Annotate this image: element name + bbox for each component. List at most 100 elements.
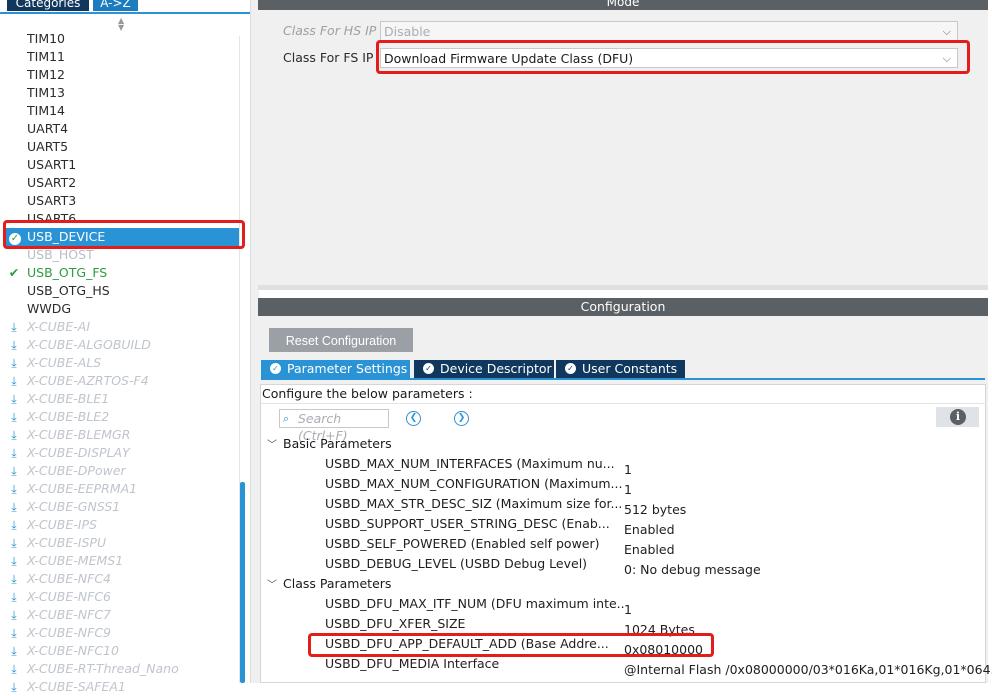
list-item[interactable]: TIM14 xyxy=(0,102,240,120)
download-icon: ⤓ xyxy=(11,482,17,496)
check-circle-icon: ✓ xyxy=(423,363,434,374)
list-item[interactable]: USART1 xyxy=(0,156,240,174)
search-prev-button[interactable]: ❮ xyxy=(406,411,421,426)
tab-device-descriptor[interactable]: ✓ Device Descriptor xyxy=(414,360,554,378)
hs-ip-select[interactable]: Disable ⌵ xyxy=(380,21,958,41)
param-row[interactable]: USBD_DFU_XFER_SIZE 1024 Bytes xyxy=(325,614,695,637)
param-name: USBD_DEBUG_LEVEL (USBD Debug Level) xyxy=(325,556,588,571)
list-item[interactable]: ⤓ X-CUBE-EEPRMA1 xyxy=(0,480,240,498)
list-item[interactable]: TIM11 xyxy=(0,48,240,66)
param-row[interactable]: USBD_SUPPORT_USER_STRING_DESC (Enab... En… xyxy=(325,514,675,537)
list-item[interactable]: ⤓ X-CUBE-ALGOBUILD xyxy=(0,336,240,354)
list-item[interactable]: ⤓ X-CUBE-ALS xyxy=(0,354,240,372)
param-name: USBD_DFU_MEDIA Interface xyxy=(325,656,500,671)
list-item[interactable]: ⤓ X-CUBE-ISPU xyxy=(0,534,240,552)
list-item[interactable]: ⤓ X-CUBE-GNSS1 xyxy=(0,498,240,516)
download-icon: ⤓ xyxy=(11,608,17,622)
group-class-parameters[interactable]: ﹀ Class Parameters xyxy=(267,574,391,594)
list-item[interactable]: ⤓ X-CUBE-MEMS1 xyxy=(0,552,240,570)
param-row[interactable]: USBD_MAX_NUM_CONFIGURATION (Maximum... 1 xyxy=(325,474,632,497)
download-icon: ⤓ xyxy=(11,338,17,352)
peripheral-list-panel: Categories A->Z ▲ ▼ TIM10 TIM11 TIM12 TIM… xyxy=(0,0,250,694)
download-icon: ⤓ xyxy=(11,392,17,406)
list-item[interactable]: ⤓ X-CUBE-AZRTOS-F4 xyxy=(0,372,240,390)
tab-label: Device Descriptor xyxy=(440,361,552,376)
list-item[interactable]: ⤓ X-CUBE-SAFEA1 xyxy=(0,678,240,696)
list-item[interactable]: ⤓ X-CUBE-RT-Thread_Nano xyxy=(0,660,240,678)
info-button[interactable]: i xyxy=(936,407,979,427)
search-next-button[interactable]: ❯ xyxy=(454,411,469,426)
param-name: USBD_SUPPORT_USER_STRING_DESC (Enab... xyxy=(325,516,610,531)
list-item-label: X-CUBE-DISPLAY xyxy=(27,445,130,460)
list-item[interactable]: ⤓ X-CUBE-IPS xyxy=(0,516,240,534)
list-item[interactable]: USB_OTG_HS xyxy=(0,282,240,300)
sort-icon[interactable]: ▲ ▼ xyxy=(118,17,124,32)
download-icon: ⤓ xyxy=(11,518,17,532)
hs-ip-value: Disable xyxy=(384,24,431,39)
list-item-label: X-CUBE-RT-Thread_Nano xyxy=(27,661,179,676)
download-icon: ⤓ xyxy=(11,644,17,658)
list-item[interactable]: ⤓ X-CUBE-DISPLAY xyxy=(0,444,240,462)
list-item[interactable]: ⤓ X-CUBE-BLEMGR xyxy=(0,426,240,444)
list-item[interactable]: ⤓ X-CUBE-NFC4 xyxy=(0,570,240,588)
list-item[interactable]: USART2 xyxy=(0,174,240,192)
list-item[interactable]: UART4 xyxy=(0,120,240,138)
download-icon: ⤓ xyxy=(11,356,17,370)
hs-ip-label: Class For HS IP xyxy=(283,23,377,38)
download-icon: ⤓ xyxy=(11,446,17,460)
configuration-header: Configuration xyxy=(258,298,988,316)
download-icon: ⤓ xyxy=(11,374,17,388)
search-input[interactable]: ⌕ Search (Ctrl+F) xyxy=(279,409,389,443)
param-row[interactable]: USBD_DFU_MEDIA Interface @Internal Flash … xyxy=(325,654,992,677)
group-basic-parameters[interactable]: ﹀ Basic Parameters xyxy=(267,434,392,454)
list-item[interactable]: UART5 xyxy=(0,138,240,156)
list-item[interactable]: ✔ USB_OTG_FS xyxy=(0,264,240,282)
list-item[interactable]: TIM10 xyxy=(0,30,240,48)
check-circle-icon: ✓ xyxy=(565,363,576,374)
tab-a-to-z[interactable]: A->Z xyxy=(93,0,138,11)
list-item-label: USART3 xyxy=(27,193,77,208)
param-row[interactable]: USBD_MAX_NUM_INTERFACES (Maximum nu... 1 xyxy=(325,454,632,477)
param-name: USBD_DFU_XFER_SIZE xyxy=(325,616,466,631)
list-item-label: USB_HOST xyxy=(27,247,94,262)
list-item[interactable]: TIM12 xyxy=(0,66,240,84)
list-item-label: X-CUBE-NFC9 xyxy=(27,625,112,640)
list-item-label: UART4 xyxy=(27,121,69,136)
list-item[interactable]: ⤓ X-CUBE-NFC9 xyxy=(0,624,240,642)
list-item[interactable]: ⤓ X-CUBE-BLE1 xyxy=(0,390,240,408)
list-item[interactable]: ⤓ X-CUBE-NFC6 xyxy=(0,588,240,606)
panel-splitter-horizontal[interactable] xyxy=(258,285,988,290)
list-item[interactable]: ⤓ X-CUBE-NFC10 xyxy=(0,642,240,660)
list-item-label: USART1 xyxy=(27,157,77,172)
chevron-down-icon: ﹀ xyxy=(267,440,277,451)
list-item-label: TIM10 xyxy=(27,31,66,46)
download-icon: ⤓ xyxy=(11,554,17,568)
list-item-label: X-CUBE-NFC6 xyxy=(27,589,112,604)
param-row[interactable]: USBD_DFU_MAX_ITF_NUM (DFU maximum inte..… xyxy=(325,594,632,617)
list-item-label: USART2 xyxy=(27,175,77,190)
list-scrollbar-thumb[interactable] xyxy=(240,482,245,683)
list-item-label: UART5 xyxy=(27,139,69,154)
param-row[interactable]: USBD_DEBUG_LEVEL (USBD Debug Level) 0: No… xyxy=(325,554,761,577)
tab-underline xyxy=(261,378,985,380)
list-item-label: X-CUBE-EEPRMA1 xyxy=(27,481,138,496)
list-item-label: X-CUBE-NFC10 xyxy=(27,643,119,658)
list-item[interactable]: WWDG xyxy=(0,300,240,318)
tab-user-constants[interactable]: ✓ User Constants xyxy=(556,360,685,378)
download-icon: ⤓ xyxy=(11,590,17,604)
param-row[interactable]: USBD_SELF_POWERED (Enabled self power) En… xyxy=(325,534,675,557)
list-item[interactable]: ⤓ X-CUBE-NFC7 xyxy=(0,606,240,624)
list-item[interactable]: USART3 xyxy=(0,192,240,210)
tab-parameter-settings[interactable]: ✓ Parameter Settings xyxy=(261,360,410,378)
list-item[interactable]: ⤓ X-CUBE-DPower xyxy=(0,462,240,480)
list-item-label: X-CUBE-IPS xyxy=(27,517,97,532)
reset-configuration-button[interactable]: Reset Configuration xyxy=(269,328,413,352)
param-row[interactable]: USBD_MAX_STR_DESC_SIZ (Maximum size for.… xyxy=(325,494,686,517)
download-icon: ⤓ xyxy=(11,428,17,442)
list-item[interactable]: TIM13 xyxy=(0,84,240,102)
param-value: 0: No debug message xyxy=(624,562,761,577)
check-circle-icon: ✓ xyxy=(270,363,281,374)
tab-categories[interactable]: Categories xyxy=(7,0,89,11)
list-item[interactable]: ⤓ X-CUBE-AI xyxy=(0,318,240,336)
list-item[interactable]: ⤓ X-CUBE-BLE2 xyxy=(0,408,240,426)
